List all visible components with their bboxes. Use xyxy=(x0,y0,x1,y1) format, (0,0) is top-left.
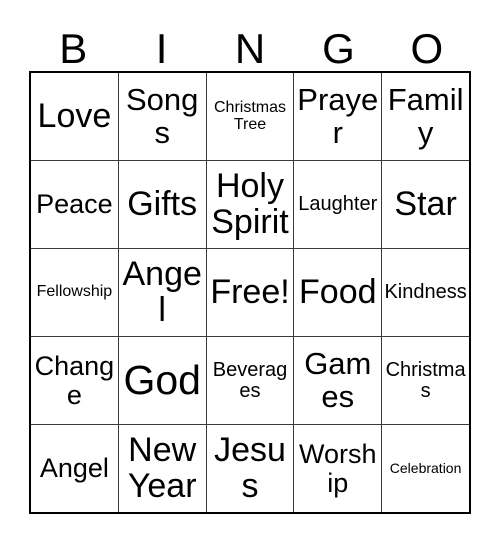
bingo-cell-label: Free! xyxy=(210,272,290,311)
bingo-cell-b1[interactable]: Love xyxy=(31,73,119,160)
bingo-cell-label: Fellowship xyxy=(36,283,113,301)
bingo-cell-i3[interactable]: Angel xyxy=(118,249,207,336)
bingo-cell-b3[interactable]: Fellowship xyxy=(31,249,119,336)
bingo-cell-label: Gifts xyxy=(127,184,198,223)
bingo-cell-g4[interactable]: Games xyxy=(294,337,383,424)
header-letter-g: G xyxy=(322,25,355,72)
bingo-cell-o3[interactable]: Kindness xyxy=(382,249,469,336)
bingo-cell-label: New Year xyxy=(127,431,197,505)
bingo-cell-n4[interactable]: Beverages xyxy=(206,337,295,424)
bingo-cell-g2[interactable]: Laughter xyxy=(294,161,383,248)
header-letter-n: N xyxy=(234,25,266,72)
bingo-cell-label: Songs xyxy=(125,82,199,150)
bingo-cell-label: Laughter xyxy=(298,193,378,216)
bingo-row: Fellowship Angel Free! Food Kindness xyxy=(31,249,469,337)
bingo-cell-label: Beverages xyxy=(212,358,288,402)
bingo-cell-label: Games xyxy=(304,346,372,414)
bingo-cell-g1[interactable]: Prayer xyxy=(294,73,383,160)
bingo-cell-label: Jesus xyxy=(214,431,286,505)
header-letter-b: B xyxy=(59,25,88,72)
bingo-header: B I N G O xyxy=(29,18,471,71)
bingo-cell-free-space[interactable]: Free! xyxy=(206,249,295,336)
bingo-cell-i4[interactable]: God xyxy=(118,337,207,424)
bingo-cell-g3[interactable]: Food xyxy=(294,249,383,336)
bingo-cell-label: Prayer xyxy=(297,82,379,150)
bingo-cell-b5[interactable]: Angel xyxy=(31,425,119,512)
bingo-row: Angel New Year Jesus Worship Celebration xyxy=(31,425,469,512)
bingo-cell-i2[interactable]: Gifts xyxy=(118,161,207,248)
bingo-cell-label: Holy Spirit xyxy=(211,167,289,241)
bingo-row: Change God Beverages Games Christmas xyxy=(31,337,469,425)
bingo-card: B I N G O Love Songs Christmas Tree Pray… xyxy=(0,0,500,544)
bingo-cell-label: Star xyxy=(394,184,457,223)
bingo-cell-b4[interactable]: Change xyxy=(31,337,119,424)
bingo-cell-label: Angel xyxy=(39,453,109,484)
bingo-cell-o4[interactable]: Christmas xyxy=(382,337,469,424)
bingo-cell-label: Family xyxy=(387,82,464,150)
bingo-cell-label: God xyxy=(123,357,201,404)
bingo-cell-o1[interactable]: Family xyxy=(382,73,469,160)
bingo-row: Love Songs Christmas Tree Prayer Family xyxy=(31,73,469,161)
bingo-cell-g5[interactable]: Worship xyxy=(294,425,383,512)
bingo-cell-label: Food xyxy=(299,272,377,311)
bingo-cell-o2[interactable]: Star xyxy=(382,161,469,248)
bingo-cell-label: Christmas xyxy=(385,358,466,402)
bingo-cell-label: Change xyxy=(34,351,115,410)
bingo-cell-b2[interactable]: Peace xyxy=(31,161,119,248)
bingo-cell-n2[interactable]: Holy Spirit xyxy=(206,161,295,248)
bingo-cell-i5[interactable]: New Year xyxy=(118,425,207,512)
bingo-cell-i1[interactable]: Songs xyxy=(118,73,207,160)
bingo-cell-label: Love xyxy=(37,96,112,135)
bingo-cell-label: Kindness xyxy=(384,281,467,304)
bingo-row: Peace Gifts Holy Spirit Laughter Star xyxy=(31,161,469,249)
bingo-cell-n5[interactable]: Jesus xyxy=(206,425,295,512)
header-letter-i: I xyxy=(155,25,168,72)
bingo-grid: Love Songs Christmas Tree Prayer Family … xyxy=(29,71,471,514)
bingo-cell-label: Worship xyxy=(299,439,377,498)
header-letter-o: O xyxy=(410,25,444,72)
bingo-cell-label: Angel xyxy=(122,255,202,329)
bingo-cell-o5[interactable]: Celebration xyxy=(382,425,469,512)
bingo-cell-label: Christmas Tree xyxy=(213,98,286,133)
bingo-cell-n1[interactable]: Christmas Tree xyxy=(206,73,295,160)
bingo-cell-label: Peace xyxy=(36,189,113,220)
bingo-cell-label: Celebration xyxy=(389,460,462,477)
